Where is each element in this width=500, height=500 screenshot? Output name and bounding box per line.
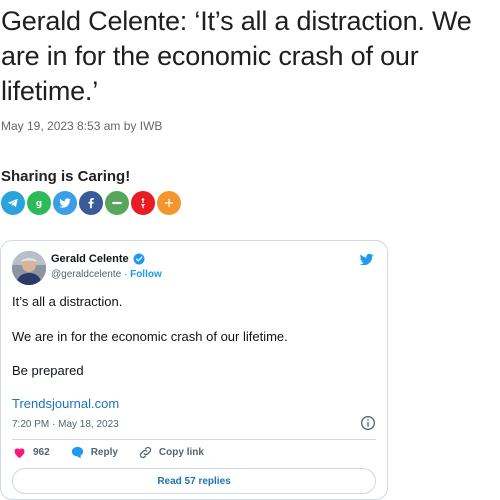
like-count: 962: [33, 447, 50, 458]
twitter-icon: [59, 198, 71, 208]
tweet-text-line: It’s all a distraction.: [12, 294, 123, 309]
svg-text:g: g: [36, 199, 42, 209]
embedded-tweet: Gerald Celente @geraldcelente · Follow I…: [0, 240, 388, 500]
avatar[interactable]: [12, 251, 46, 285]
twitter-share-button[interactable]: [53, 191, 77, 215]
twitter-bird-icon[interactable]: [358, 251, 375, 268]
reply-label: Reply: [90, 447, 118, 458]
follow-button[interactable]: Follow: [130, 269, 162, 280]
author-name[interactable]: Gerald Celente: [51, 253, 145, 265]
article-headline: Gerald Celente: ‘It’s all a distraction.…: [1, 6, 472, 106]
gettr-share-button[interactable]: [131, 191, 155, 215]
avatar-image: [12, 251, 46, 285]
share-buttons-row: g: [1, 191, 181, 215]
gab-share-button[interactable]: g: [27, 191, 51, 215]
gab-icon: g: [36, 199, 42, 209]
copy-link-label: Copy link: [158, 447, 204, 458]
reply-button[interactable]: Reply: [70, 445, 118, 460]
link-icon: [139, 446, 152, 459]
handle-separator: ·: [121, 269, 131, 280]
author-name-text: Gerald Celente: [51, 253, 129, 265]
divider: [12, 439, 376, 440]
tweet-link[interactable]: Trendsjournal.com: [12, 396, 119, 411]
like-button[interactable]: 962: [12, 445, 50, 460]
sharing-title: Sharing is Caring!: [1, 168, 131, 185]
email-share-button[interactable]: [105, 191, 129, 215]
tweet-actions: 962 Reply Copy link: [12, 445, 224, 460]
info-icon[interactable]: [360, 415, 376, 431]
facebook-share-button[interactable]: [79, 191, 103, 215]
gettr-icon: [140, 197, 146, 209]
heart-icon: [14, 448, 25, 459]
reply-bubble-icon: [71, 446, 83, 459]
tweet-text-line: We are in for the economic crash of our …: [12, 329, 288, 344]
email-icon: [112, 201, 122, 205]
read-replies-button[interactable]: Read 57 replies: [12, 468, 376, 494]
copy-link-button[interactable]: Copy link: [138, 445, 204, 460]
plus-icon: [164, 198, 174, 208]
author-handle-row: @geraldcelente · Follow: [51, 269, 162, 280]
tweet-timestamp[interactable]: 7:20 PM · May 18, 2023: [12, 419, 119, 430]
more-share-button[interactable]: [157, 191, 181, 215]
facebook-icon: [88, 198, 94, 209]
verified-badge-icon: [133, 253, 145, 265]
author-handle[interactable]: @geraldcelente: [51, 269, 121, 280]
article-meta: May 19, 2023 8:53 am by IWB: [1, 119, 163, 133]
telegram-icon: [7, 198, 18, 208]
telegram-share-button[interactable]: [1, 191, 25, 215]
tweet-text-line: Be prepared: [12, 363, 84, 378]
